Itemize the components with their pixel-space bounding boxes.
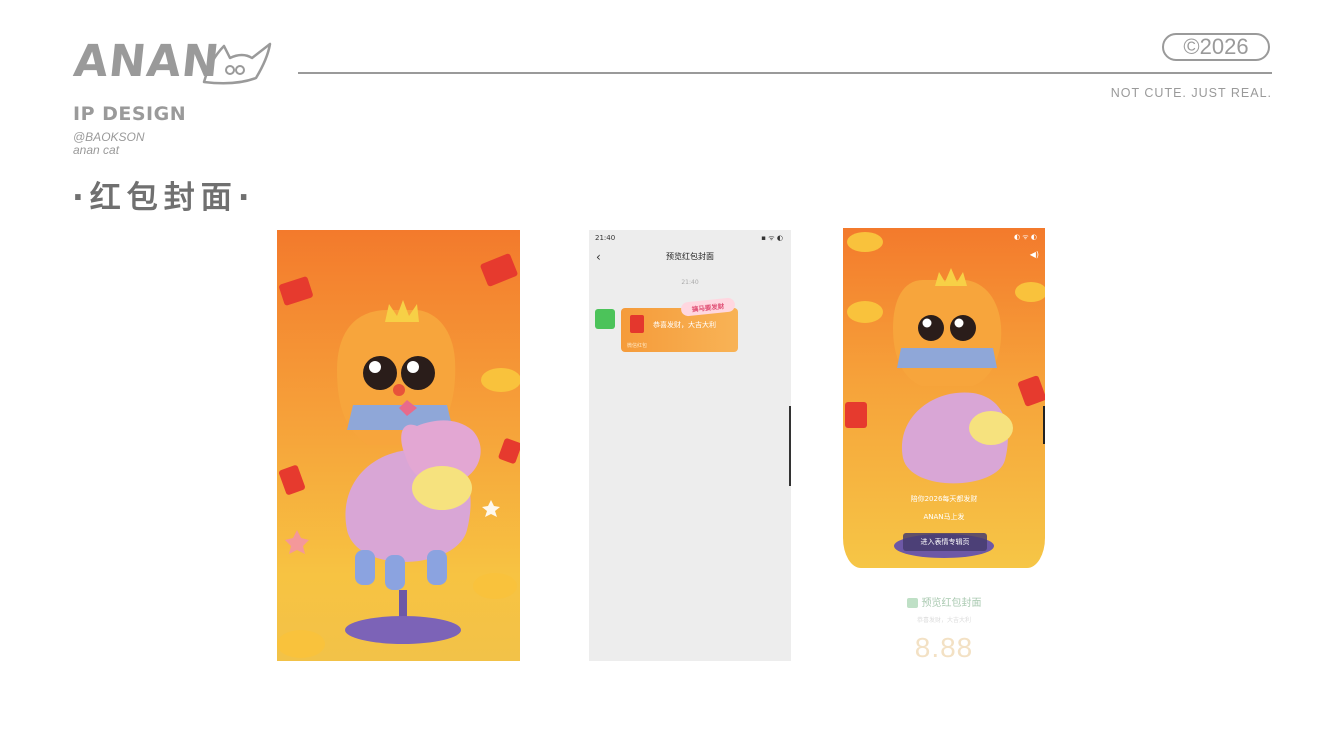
side-scrollbar[interactable] xyxy=(1043,406,1045,444)
envelope-text: 恭喜发财，大吉大利 xyxy=(653,321,716,329)
character-illustration xyxy=(277,253,520,658)
subhandle-text: anan cat xyxy=(73,143,120,157)
author-handle: @BAOKSON anan cat xyxy=(73,131,145,157)
envelope-red-icon xyxy=(630,315,644,333)
envelope-sub: 微信红包 xyxy=(627,343,648,349)
preview-amount: 8.88 xyxy=(914,632,974,663)
preview-label-text: 预览红包封面 xyxy=(921,598,982,609)
preview-sub: 恭喜发财，大吉大利 xyxy=(916,617,971,624)
chat-timestamp: 21:40 xyxy=(681,279,699,286)
chat-title: 预览红包封面 xyxy=(666,252,714,261)
red-envelope-message[interactable]: 恭喜发财，大吉大利 微信红包 xyxy=(621,308,738,352)
cover-status-indicators: ◐ ᯤ ◐ xyxy=(1013,233,1037,241)
cover-artwork-panel xyxy=(277,230,520,661)
opened-cover-panel: ◐ ᯤ ◐ ◀) 陪你2026每天都发财 ANAN马上发 进入表情专辑页 xyxy=(843,228,1045,568)
status-time: 21:40 xyxy=(595,234,616,242)
cover-name: ANAN马上发 xyxy=(923,513,965,521)
enter-sticker-album-button[interactable]: 进入表情专辑页 xyxy=(903,533,987,551)
header-divider xyxy=(298,72,1272,74)
wechat-icon xyxy=(906,598,918,608)
speaker-icon[interactable]: ◀) xyxy=(1030,250,1039,259)
section-title: ·红包封面· xyxy=(72,180,256,216)
tagline: NOT CUTE. JUST REAL. xyxy=(1110,86,1272,100)
ip-design-title: IP DESIGN xyxy=(73,103,187,125)
cover-caption: 陪你2026每天都发财 xyxy=(910,495,978,503)
preview-label: 预览红包封面 xyxy=(843,594,1045,609)
cat-logo-icon xyxy=(202,42,272,85)
chat-preview-panel: 21:40 ▪ ᯤ ◐ ‹ 预览红包封面 21:40 恭喜发财，大吉大利 微信红… xyxy=(589,230,791,661)
scrollbar[interactable] xyxy=(789,406,791,486)
status-indicators: ▪ ᯤ ◐ xyxy=(761,234,783,242)
year-badge: ©2026 xyxy=(1162,33,1270,61)
brand-logo: ANAN xyxy=(71,34,284,90)
wechat-avatar-icon xyxy=(595,309,615,329)
